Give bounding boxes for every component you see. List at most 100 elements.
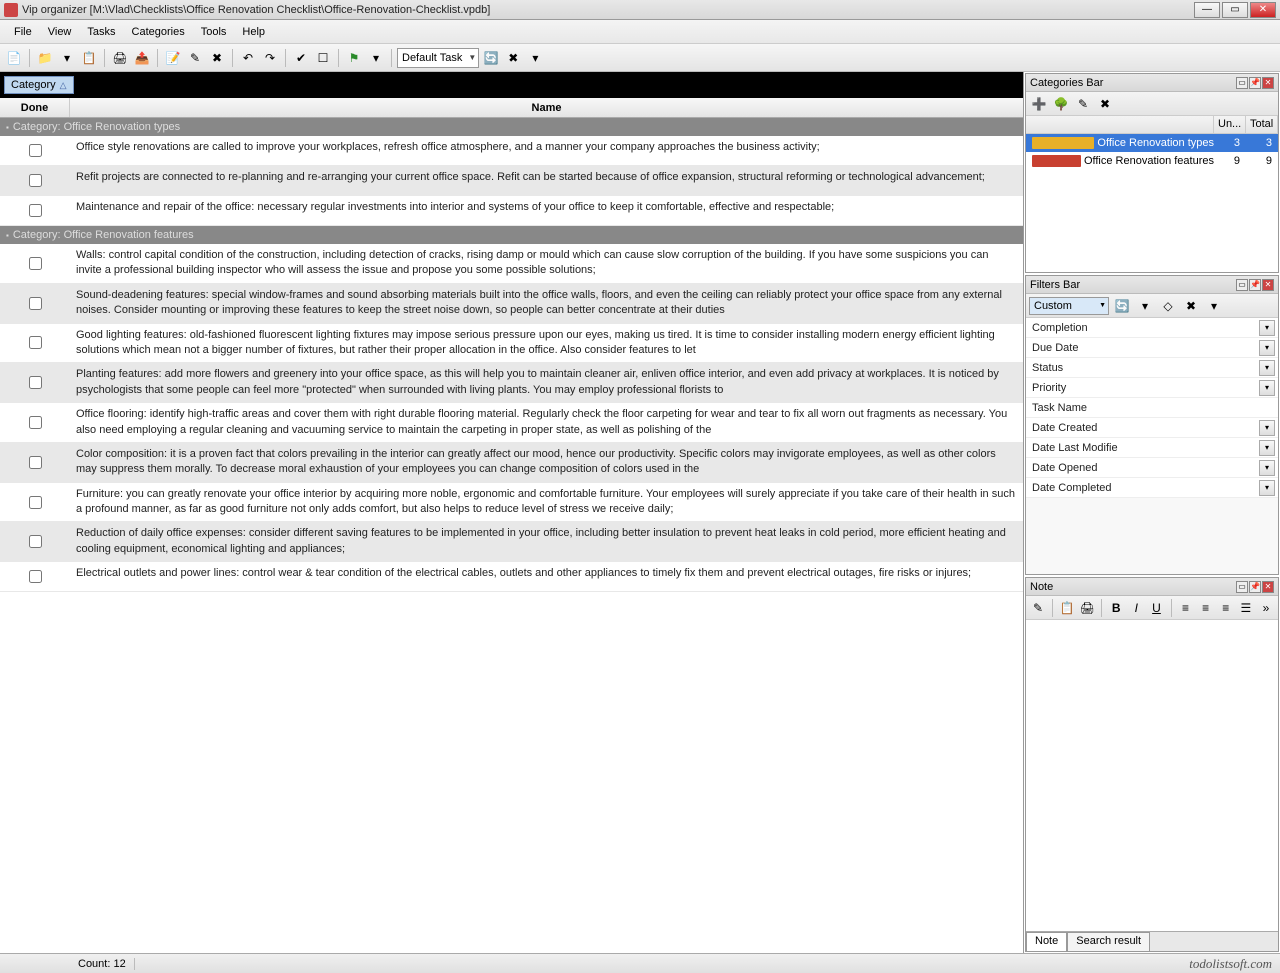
- check-icon[interactable]: ✔: [291, 48, 311, 68]
- task-row[interactable]: Reduction of daily office expenses: cons…: [0, 522, 1023, 562]
- task-row[interactable]: Office style renovations are called to i…: [0, 136, 1023, 166]
- filter-dropdown[interactable]: Default Task: [397, 48, 479, 68]
- filter-dd-icon[interactable]: ▾: [1135, 296, 1155, 316]
- done-checkbox[interactable]: [29, 144, 42, 157]
- panel-close-icon[interactable]: ✕: [1262, 279, 1274, 291]
- done-checkbox[interactable]: [29, 336, 42, 349]
- done-checkbox[interactable]: [29, 570, 42, 583]
- filter-row[interactable]: Due Date▾: [1026, 338, 1278, 358]
- panel-restore-icon[interactable]: ▭: [1236, 279, 1248, 291]
- filter-row[interactable]: Date Opened▾: [1026, 458, 1278, 478]
- task-row[interactable]: Office flooring: identify high-traffic a…: [0, 403, 1023, 443]
- print-icon[interactable]: 🖨: [110, 48, 130, 68]
- note-edit-icon[interactable]: ✎: [1029, 598, 1047, 618]
- filter-del-icon[interactable]: ✖: [1181, 296, 1201, 316]
- more-icon[interactable]: »: [1257, 598, 1275, 618]
- cat-add-icon[interactable]: ➕: [1029, 94, 1049, 114]
- menu-categories[interactable]: Categories: [124, 24, 193, 40]
- cat-col-total[interactable]: Total: [1246, 116, 1278, 133]
- task-row[interactable]: Refit projects are connected to re-plann…: [0, 166, 1023, 196]
- menu-help[interactable]: Help: [234, 24, 273, 40]
- filter-row[interactable]: Completion▾: [1026, 318, 1278, 338]
- tab-note[interactable]: Note: [1026, 932, 1067, 951]
- task-icon[interactable]: 📝: [163, 48, 183, 68]
- category-tree-row[interactable]: Office Renovation types33: [1026, 134, 1278, 152]
- menu-tasks[interactable]: Tasks: [79, 24, 123, 40]
- filter-dropdown-icon[interactable]: ▾: [1259, 380, 1275, 396]
- menu-file[interactable]: File: [6, 24, 40, 40]
- folder-icon[interactable]: 📁: [35, 48, 55, 68]
- list-icon[interactable]: ☰: [1237, 598, 1255, 618]
- done-checkbox[interactable]: [29, 204, 42, 217]
- menu-view[interactable]: View: [40, 24, 80, 40]
- task-row[interactable]: Planting features: add more flowers and …: [0, 363, 1023, 403]
- italic-icon[interactable]: I: [1127, 598, 1145, 618]
- note-copy-icon[interactable]: 📋: [1058, 598, 1076, 618]
- page-icon[interactable]: 📋: [79, 48, 99, 68]
- done-checkbox[interactable]: [29, 496, 42, 509]
- filter-dropdown-icon[interactable]: ▾: [1259, 420, 1275, 436]
- filter-dropdown-icon[interactable]: ▾: [1259, 440, 1275, 456]
- panel-close-icon[interactable]: ✕: [1262, 77, 1274, 89]
- done-checkbox[interactable]: [29, 456, 42, 469]
- undo-icon[interactable]: ↶: [238, 48, 258, 68]
- cat-col-name[interactable]: [1026, 116, 1214, 133]
- export-icon[interactable]: 📤: [132, 48, 152, 68]
- filter-row[interactable]: Task Name: [1026, 398, 1278, 418]
- filter-row[interactable]: Status▾: [1026, 358, 1278, 378]
- filter-row[interactable]: Date Completed▾: [1026, 478, 1278, 498]
- align-center-icon[interactable]: ≡: [1197, 598, 1215, 618]
- task-row[interactable]: Walls: control capital condition of the …: [0, 244, 1023, 284]
- uncheck-icon[interactable]: ☐: [313, 48, 333, 68]
- done-checkbox[interactable]: [29, 257, 42, 270]
- done-checkbox[interactable]: [29, 297, 42, 310]
- done-checkbox[interactable]: [29, 416, 42, 429]
- dropdown3-icon[interactable]: ▾: [525, 48, 545, 68]
- clear-icon[interactable]: ✖: [503, 48, 523, 68]
- filter-row[interactable]: Priority▾: [1026, 378, 1278, 398]
- cat-col-un[interactable]: Un...: [1214, 116, 1246, 133]
- panel-close-icon[interactable]: ✕: [1262, 581, 1274, 593]
- dropdown-icon[interactable]: ▾: [57, 48, 77, 68]
- dropdown2-icon[interactable]: ▾: [366, 48, 386, 68]
- task-row[interactable]: Furniture: you can greatly renovate your…: [0, 483, 1023, 523]
- category-group-row[interactable]: Category: Office Renovation features: [0, 226, 1023, 244]
- task-row[interactable]: Color composition: it is a proven fact t…: [0, 443, 1023, 483]
- panel-restore-icon[interactable]: ▭: [1236, 77, 1248, 89]
- column-name[interactable]: Name: [70, 98, 1023, 117]
- group-chip-category[interactable]: Category: [4, 76, 74, 94]
- underline-icon[interactable]: U: [1147, 598, 1165, 618]
- redo-icon[interactable]: ↷: [260, 48, 280, 68]
- filter-dropdown-icon[interactable]: ▾: [1259, 340, 1275, 356]
- filter-preset-dropdown[interactable]: Custom: [1029, 297, 1109, 315]
- note-print-icon[interactable]: 🖨: [1078, 598, 1096, 618]
- cat-del-icon[interactable]: ✖: [1095, 94, 1115, 114]
- close-button[interactable]: ✕: [1250, 2, 1276, 18]
- align-right-icon[interactable]: ≡: [1217, 598, 1235, 618]
- note-body[interactable]: [1026, 620, 1278, 931]
- cat-tree-icon[interactable]: 🌳: [1051, 94, 1071, 114]
- panel-pin-icon[interactable]: 📌: [1249, 279, 1261, 291]
- menu-tools[interactable]: Tools: [193, 24, 235, 40]
- task-row[interactable]: Sound-deadening features: special window…: [0, 284, 1023, 324]
- panel-pin-icon[interactable]: 📌: [1249, 581, 1261, 593]
- category-tree-row[interactable]: Office Renovation features99: [1026, 152, 1278, 170]
- minimize-button[interactable]: —: [1194, 2, 1220, 18]
- edit-icon[interactable]: ✎: [185, 48, 205, 68]
- task-row[interactable]: Electrical outlets and power lines: cont…: [0, 562, 1023, 592]
- column-done[interactable]: Done: [0, 98, 70, 117]
- panel-restore-icon[interactable]: ▭: [1236, 581, 1248, 593]
- maximize-button[interactable]: ▭: [1222, 2, 1248, 18]
- filter-dd2-icon[interactable]: ▾: [1204, 296, 1224, 316]
- filter-clear-icon[interactable]: ◇: [1158, 296, 1178, 316]
- filter-apply-icon[interactable]: 🔄: [1112, 296, 1132, 316]
- filter-dropdown-icon[interactable]: ▾: [1259, 460, 1275, 476]
- filter-dropdown-icon[interactable]: ▾: [1259, 480, 1275, 496]
- filter-dropdown-icon[interactable]: ▾: [1259, 360, 1275, 376]
- done-checkbox[interactable]: [29, 174, 42, 187]
- filter-row[interactable]: Date Created▾: [1026, 418, 1278, 438]
- filter-row[interactable]: Date Last Modifie▾: [1026, 438, 1278, 458]
- refresh-icon[interactable]: 🔄: [481, 48, 501, 68]
- align-left-icon[interactable]: ≡: [1176, 598, 1194, 618]
- delete-icon[interactable]: ✖: [207, 48, 227, 68]
